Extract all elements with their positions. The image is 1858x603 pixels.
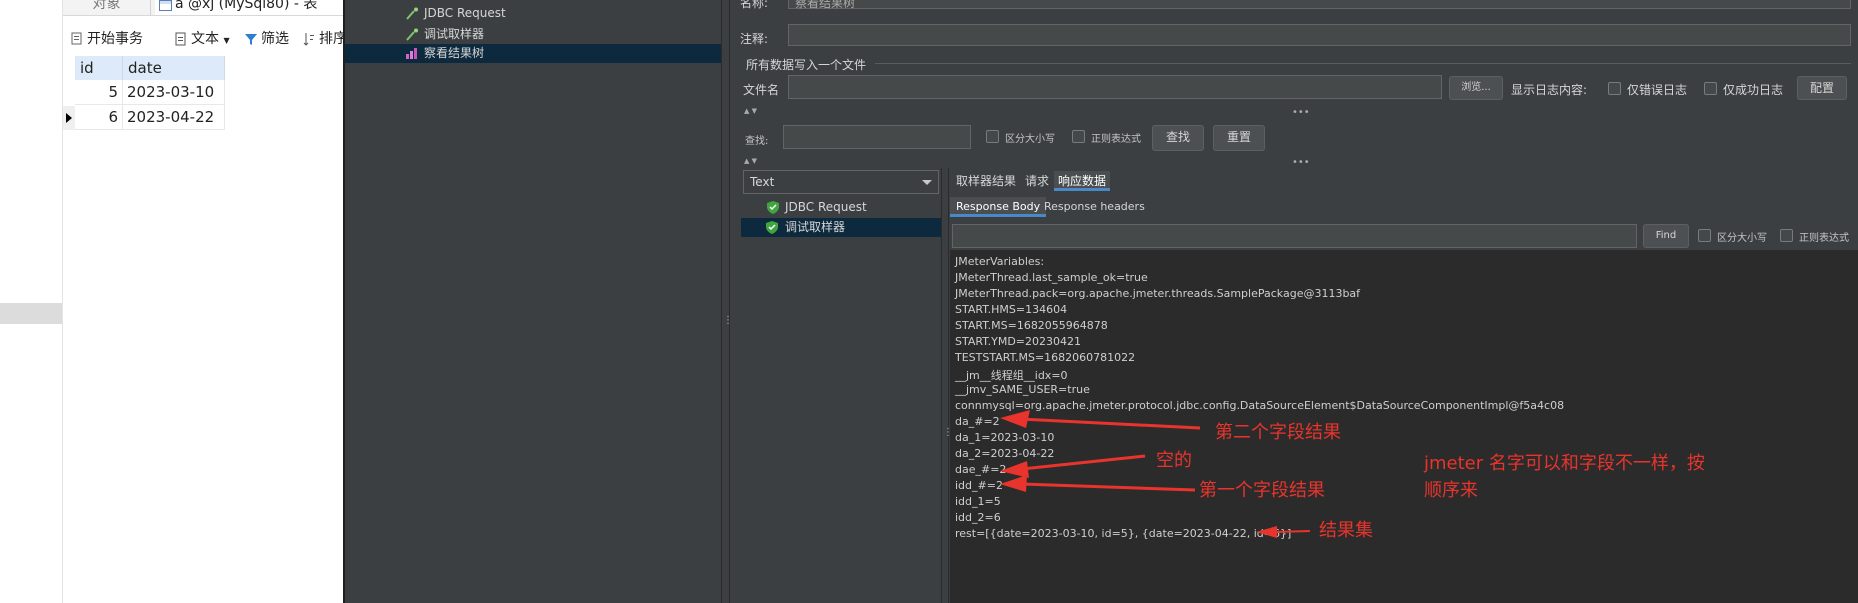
annotation-arrows: [1000, 410, 1311, 538]
arrow-first-field: [1021, 482, 1196, 492]
arrow-head: [1256, 526, 1277, 538]
arrow-head: [1000, 461, 1029, 478]
annotation-note-line2: 顺序来: [1424, 480, 1478, 501]
annotation-first-field: 第一个字段结果: [1199, 480, 1325, 501]
annotation-second-field: 第二个字段结果: [1215, 422, 1341, 443]
annotation-note-line1: jmeter 名字可以和字段不一样，按: [1424, 453, 1705, 474]
arrow-second-field: [1019, 417, 1201, 430]
annotation-empty: 空的: [1156, 450, 1192, 471]
annotation-result-set: 结果集: [1319, 520, 1373, 541]
arrow-result-set: [1274, 530, 1311, 533]
arrow-head: [1000, 410, 1030, 428]
arrow-head: [1000, 475, 1027, 492]
arrow-empty: [1021, 454, 1146, 471]
